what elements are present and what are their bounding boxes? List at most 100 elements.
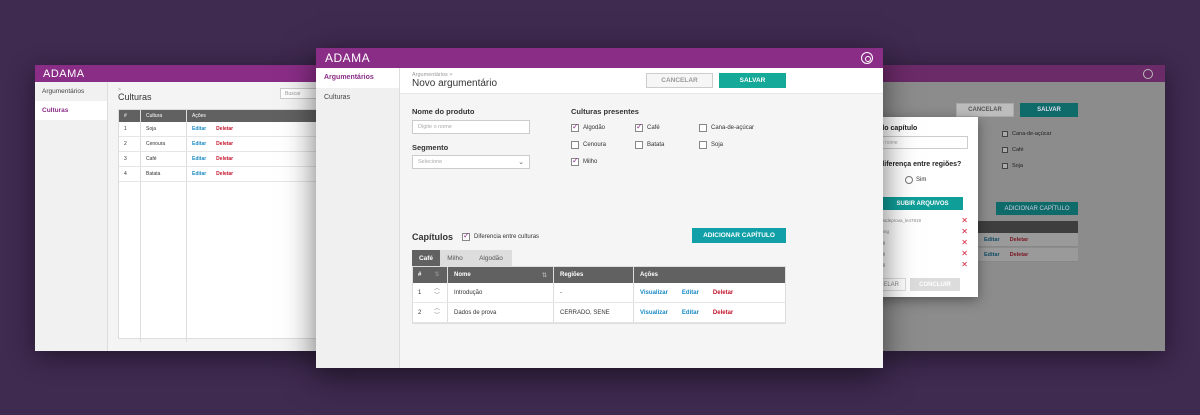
delete-link[interactable]: Deletar — [1010, 237, 1029, 243]
edit-link[interactable]: Editar — [192, 156, 206, 162]
remove-file-icon[interactable]: ✕ — [961, 239, 968, 247]
culture-checkbox-algodao[interactable]: Algodão — [571, 122, 606, 132]
col-header-regioes: Regiões — [553, 267, 633, 283]
culture-checkbox[interactable]: Cana-de-açúcar — [1002, 131, 1051, 137]
segment-label: Segmento — [412, 143, 449, 152]
edit-link[interactable]: Editar — [682, 290, 699, 296]
brand-logo: ADAMA — [325, 51, 371, 65]
col-header-number: # — [119, 110, 141, 122]
reorder-arrows[interactable]: ︿ ﹀ — [427, 306, 447, 320]
sidebar-item-argumentarios[interactable]: Argumentários — [316, 68, 399, 88]
chapter-name-input[interactable]: e nome — [876, 136, 968, 149]
edit-link[interactable]: Editar — [682, 310, 699, 316]
row-name: Introdução — [447, 283, 553, 302]
culture-checkbox-milho[interactable]: Milho — [571, 156, 598, 166]
row-number: 2 — [418, 309, 422, 316]
save-button[interactable]: SALVAR — [1020, 103, 1078, 117]
region-question-label: diferença entre regiões? — [880, 161, 962, 168]
delete-link[interactable]: Deletar — [216, 171, 233, 177]
delete-link[interactable]: Deletar — [713, 290, 733, 296]
add-chapter-button[interactable]: ADICIONAR CAPÍTULO — [692, 228, 786, 243]
table-row: Editar Deletar — [978, 233, 1078, 247]
remove-file-icon[interactable]: ✕ — [961, 261, 968, 269]
culture-checkbox-cana[interactable]: Cana-de-açúcar — [699, 124, 754, 132]
save-button[interactable]: SALVAR — [719, 73, 786, 88]
row-number: 1 — [418, 289, 422, 296]
chevron-down-icon[interactable]: ﹀ — [434, 313, 440, 320]
culture-checkbox[interactable]: Café — [1002, 147, 1024, 153]
view-link[interactable]: Visualizar — [640, 310, 668, 316]
chevron-up-icon[interactable]: ︿ — [434, 306, 440, 313]
row-number: 2 — [119, 137, 141, 151]
edit-link[interactable]: Editar — [192, 171, 206, 177]
sort-icon[interactable]: ⇅ — [542, 272, 547, 279]
checkbox-unchecked — [699, 141, 707, 149]
row-number: 4 — [119, 167, 141, 181]
tab-algodao[interactable]: Algodão — [470, 250, 512, 266]
sidebar-item-argumentarios[interactable]: Argumentários — [35, 82, 107, 101]
chapters-heading: Capítulos — [412, 232, 454, 242]
col-header-acoes: Ações — [192, 113, 206, 119]
checkbox-label: Diferencia entre culturas — [474, 234, 540, 240]
checkbox-label: Cenoura — [583, 142, 607, 148]
upload-files-button[interactable]: SUBIR ARQUIVOS — [882, 197, 963, 210]
sidebar-item-culturas[interactable]: Culturas — [316, 88, 399, 108]
chevron-up-icon[interactable]: ︿ — [434, 286, 440, 293]
table-header: # Cultura Ações — [119, 110, 335, 122]
reorder-arrows[interactable]: ︿ ﹀ — [427, 286, 447, 300]
delete-link[interactable]: Deletar — [216, 126, 233, 132]
view-link[interactable]: Visualizar — [640, 290, 668, 296]
file-item: o.png✕ — [872, 261, 968, 269]
remove-file-icon[interactable]: ✕ — [961, 217, 968, 225]
segment-select[interactable]: Selecione ⌄ — [412, 155, 530, 169]
delete-link[interactable]: Deletar — [713, 310, 733, 316]
cancel-button[interactable]: CANCELAR — [646, 73, 713, 88]
table-row: 2 ︿ ﹀ Dados de prova CERRADO, SENE Visual… — [413, 303, 785, 323]
remove-file-icon[interactable]: ✕ — [961, 228, 968, 236]
gear-icon[interactable] — [861, 52, 873, 64]
culture-checkbox-soja[interactable]: Soja — [699, 141, 723, 149]
edit-link[interactable]: Editar — [192, 126, 206, 132]
add-chapter-button[interactable]: ADICIONAR CAPÍTULO — [996, 202, 1078, 215]
sidebar-item-culturas[interactable]: Culturas — [35, 101, 107, 120]
tab-cafe[interactable]: Café — [412, 250, 440, 266]
col-header-cultura: Cultura — [141, 110, 187, 122]
sidebar: Argumentários Culturas — [35, 82, 108, 351]
col-header-number: # — [418, 272, 422, 278]
gear-icon[interactable] — [1143, 68, 1153, 79]
tab-milho[interactable]: Milho — [440, 250, 470, 266]
delete-link[interactable]: Deletar — [216, 141, 233, 147]
product-name-label: Nome do produto — [412, 107, 475, 116]
sidebar: Argumentários Culturas — [316, 68, 400, 368]
row-number: 3 — [119, 152, 141, 166]
cancel-button[interactable]: CANCELAR — [956, 103, 1014, 117]
edit-link[interactable]: Editar — [984, 252, 1000, 258]
app-header: ADAMA — [35, 65, 335, 82]
checkbox-label: Milho — [583, 159, 598, 165]
modal-done-button[interactable]: CONCLUIR — [910, 278, 960, 291]
chapter-modal: do capítulo e nome diferença entre regiõ… — [872, 117, 978, 297]
checkbox-label: Algodão — [583, 125, 606, 131]
culture-checkbox-cenoura[interactable]: Cenoura — [571, 141, 606, 149]
radio-yes[interactable]: Sim — [905, 176, 926, 184]
remove-file-icon[interactable]: ✕ — [961, 250, 968, 258]
culture-checkbox-cafe[interactable]: Café — [635, 122, 660, 132]
col-header-nome[interactable]: Nome ⇅ — [447, 267, 553, 283]
delete-link[interactable]: Deletar — [1010, 252, 1029, 258]
page-header: Argumentários > Novo argumentário CANCEL… — [400, 68, 883, 94]
edit-link[interactable]: Editar — [192, 141, 206, 147]
product-name-input[interactable]: Digite o nome — [412, 120, 530, 134]
culture-checkbox-batata[interactable]: Batata — [635, 141, 664, 149]
table-header — [978, 221, 1078, 233]
row-number: 1 — [119, 122, 141, 136]
delete-link[interactable]: Deletar — [216, 156, 233, 162]
table-row: 4 Batata Editar Deletar — [119, 167, 335, 182]
table-row: 1 ︿ ﹀ Introdução - Visualizar Editar Deleta… — [413, 283, 785, 303]
sort-icon[interactable]: ⇅ — [427, 272, 447, 279]
table-empty-area — [119, 182, 335, 342]
file-item: o.png✕ — [872, 250, 968, 258]
differ-cultures-checkbox[interactable]: Diferencia entre culturas — [462, 231, 540, 241]
edit-link[interactable]: Editar — [984, 237, 1000, 243]
culture-checkbox[interactable]: Soja — [1002, 163, 1023, 169]
chevron-down-icon[interactable]: ﹀ — [434, 293, 440, 300]
